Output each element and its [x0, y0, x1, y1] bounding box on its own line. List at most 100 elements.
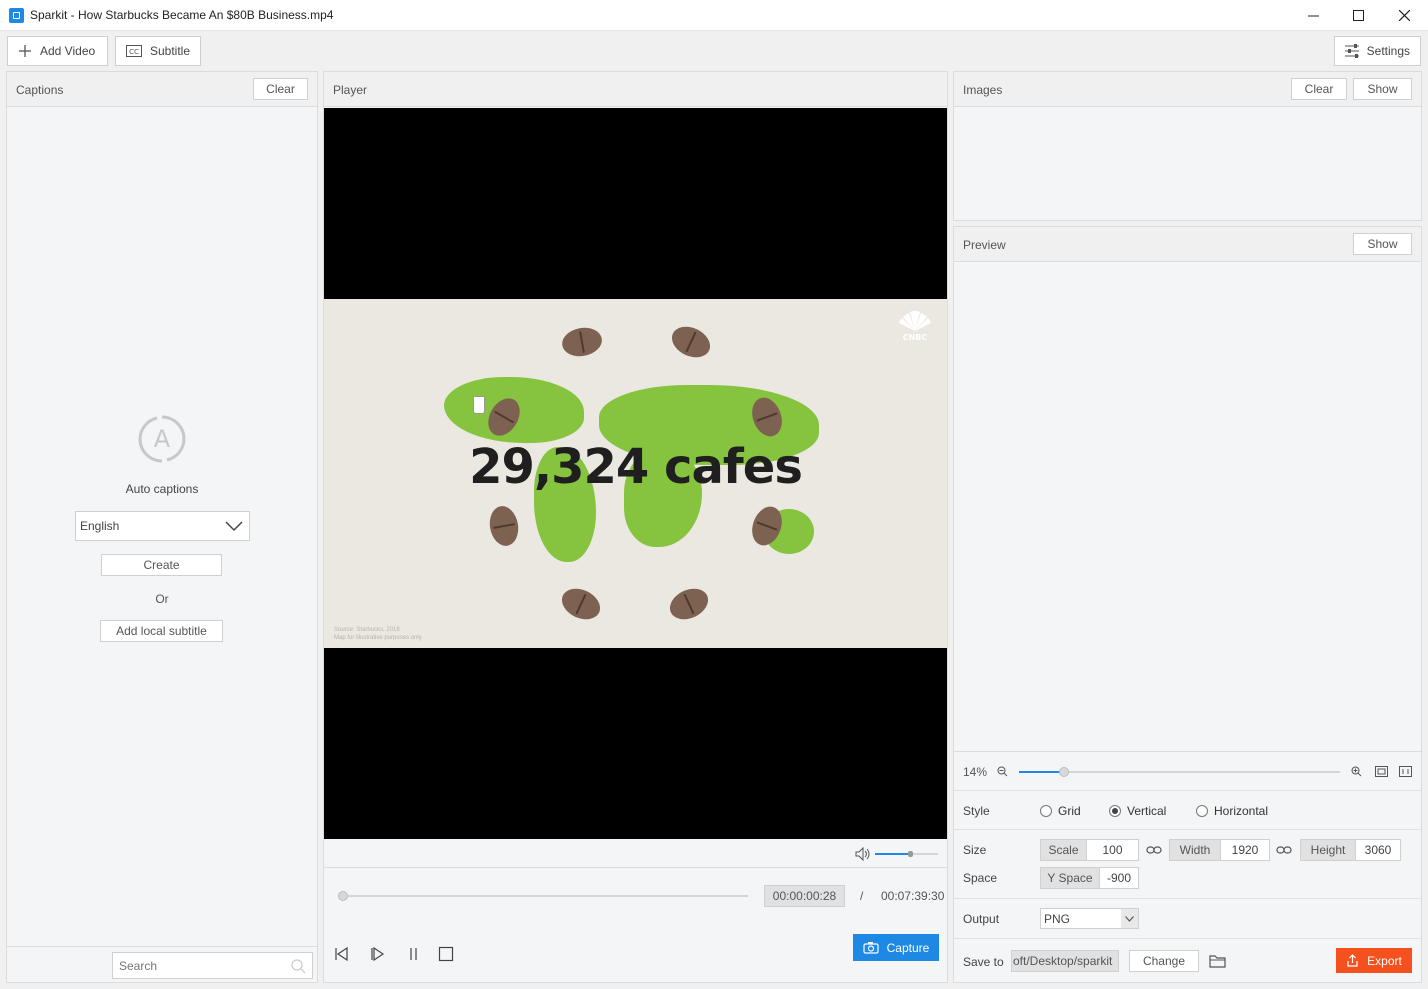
create-button[interactable]: Create: [101, 554, 222, 576]
output-dropdown-toggle[interactable]: [1121, 909, 1138, 928]
width-input[interactable]: 1920: [1220, 839, 1270, 861]
volume-icon[interactable]: [855, 847, 871, 861]
minimize-button[interactable]: [1290, 0, 1336, 31]
add-local-subtitle-button[interactable]: Add local subtitle: [100, 620, 223, 642]
playback-progress[interactable]: [338, 891, 748, 901]
plus-icon: [19, 45, 31, 57]
auto-captions-label: Auto captions: [125, 482, 199, 496]
style-grid-label: Grid: [1058, 804, 1081, 818]
captions-clear-button[interactable]: Clear: [253, 78, 308, 100]
space-label: Space: [963, 871, 998, 885]
settings-label: Settings: [1366, 44, 1410, 58]
preview-divider: [954, 751, 1421, 752]
player-header: Player: [324, 72, 947, 107]
height-input[interactable]: 3060: [1355, 839, 1401, 861]
zoom-out-icon[interactable]: [997, 766, 1008, 777]
pause-icon[interactable]: [406, 946, 422, 962]
zoom-fill: [1019, 771, 1064, 773]
size-label: Size: [963, 843, 987, 857]
close-window-button[interactable]: [1381, 0, 1427, 31]
style-horizontal-option[interactable]: Horizontal: [1196, 804, 1268, 818]
video-frame: 29,324 cafes CNBC Source: Starbucks, 201…: [324, 299, 947, 648]
link-icon[interactable]: [1276, 844, 1292, 856]
zoom-in-icon[interactable]: [1351, 766, 1362, 777]
output-label: Output: [963, 912, 1000, 926]
fit-screen-icon[interactable]: [1375, 766, 1388, 777]
coffee-bean: [664, 582, 714, 626]
caption-search-input[interactable]: [119, 958, 279, 973]
settings-button[interactable]: Settings: [1334, 36, 1421, 66]
size-divider: [954, 898, 1421, 899]
svg-text:CC: CC: [129, 48, 139, 56]
link-icon[interactable]: [1146, 844, 1162, 856]
height-label: Height: [1300, 839, 1356, 861]
images-title: Images: [963, 83, 1003, 97]
style-vertical-label: Vertical: [1127, 804, 1167, 818]
svg-text:A: A: [154, 425, 171, 453]
images-clear-button[interactable]: Clear: [1291, 78, 1347, 100]
time-separator: /: [860, 889, 864, 903]
add-video-button[interactable]: Add Video: [7, 36, 108, 66]
language-select[interactable]: English: [75, 511, 250, 541]
saveto-label: Save to: [963, 955, 1004, 969]
preview-panel: Preview Show 14% Style Grid Vertical Hor…: [953, 226, 1422, 983]
export-label: Export: [1367, 953, 1402, 968]
output-format-select[interactable]: PNG: [1040, 908, 1139, 929]
search-icon: [291, 959, 306, 974]
style-vertical-radio[interactable]: [1109, 805, 1121, 817]
source-note: Source: Starbucks, 2018 Map for illustra…: [334, 626, 422, 642]
volume-knob[interactable]: [907, 851, 913, 857]
zoom-percent: 14%: [963, 765, 988, 779]
style-grid-option[interactable]: Grid: [1040, 804, 1081, 818]
cnbc-logo-text: CNBC: [903, 333, 928, 341]
style-horizontal-radio[interactable]: [1196, 805, 1208, 817]
width-label: Width: [1169, 839, 1221, 861]
close-icon: [1398, 10, 1410, 21]
style-divider: [954, 829, 1421, 830]
or-label: Or: [155, 592, 169, 606]
change-folder-button[interactable]: Change: [1129, 950, 1199, 972]
volume-slider[interactable]: [875, 851, 938, 857]
upload-icon: [1347, 954, 1358, 967]
images-header: Images Clear Show: [954, 72, 1421, 107]
next-frame-icon[interactable]: [370, 946, 386, 962]
yspace-input[interactable]: -900: [1099, 867, 1139, 889]
caption-search-field[interactable]: [112, 952, 313, 979]
title-bar: Sparkit - How Starbucks Became An $80B B…: [0, 0, 1428, 31]
player-panel: Player 29,324 cafes CNBC Source: Starbuc…: [323, 71, 948, 983]
previous-frame-icon[interactable]: [334, 946, 350, 962]
capture-label: Capture: [886, 940, 930, 955]
preview-show-button[interactable]: Show: [1353, 233, 1412, 255]
maximize-button[interactable]: [1335, 0, 1381, 31]
export-button[interactable]: Export: [1336, 948, 1412, 973]
progress-knob[interactable]: [338, 891, 348, 901]
captions-panel: Captions Clear A Auto captions English C…: [6, 71, 318, 983]
zoom-knob[interactable]: [1058, 767, 1069, 777]
zoom-divider: [954, 790, 1421, 791]
zoom-slider[interactable]: [1019, 767, 1340, 777]
add-video-label: Add Video: [40, 44, 96, 58]
subtitle-button[interactable]: CC Subtitle: [115, 36, 201, 66]
chevron-down-icon: [1125, 915, 1134, 922]
images-panel: Images Clear Show: [953, 71, 1422, 221]
toolbar: Add Video CC Subtitle Settings: [0, 31, 1428, 70]
preview-title: Preview: [963, 238, 1006, 252]
chevron-down-icon: [225, 521, 243, 532]
style-grid-radio[interactable]: [1040, 805, 1052, 817]
coffee-bean: [666, 320, 716, 364]
scale-input[interactable]: 100: [1086, 839, 1139, 861]
maximize-icon: [1352, 10, 1364, 21]
total-time: 00:07:39:30: [881, 889, 945, 903]
video-overlay-text: 29,324 cafes: [469, 439, 803, 495]
images-show-button[interactable]: Show: [1353, 78, 1412, 100]
stop-icon[interactable]: [438, 946, 454, 962]
style-vertical-option[interactable]: Vertical: [1109, 804, 1166, 818]
style-label: Style: [963, 804, 990, 818]
folder-icon[interactable]: [1209, 953, 1226, 968]
capture-button[interactable]: Capture: [853, 934, 939, 961]
actual-size-icon[interactable]: [1399, 766, 1412, 777]
coffee-cup-icon: [473, 396, 485, 414]
video-canvas[interactable]: 29,324 cafes CNBC Source: Starbucks, 201…: [324, 108, 947, 839]
cnbc-peacock-logo: CNBC: [899, 311, 931, 341]
auto-captions-icon: A: [138, 415, 186, 463]
